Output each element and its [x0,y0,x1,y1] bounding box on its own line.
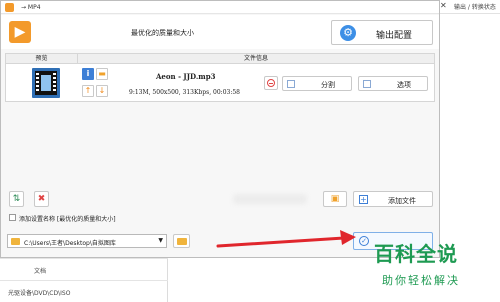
watermark: 百科全说 助你轻松解决 [362,238,492,294]
screen: ✕ 输出 / 转换状态 文档 光驱设备\DVD\CD\ISO → MP4 ▶ 最… [0,0,500,302]
watermark-title: 百科全说 [374,242,458,266]
watermark-subtitle: 助你轻松解决 [382,274,460,287]
